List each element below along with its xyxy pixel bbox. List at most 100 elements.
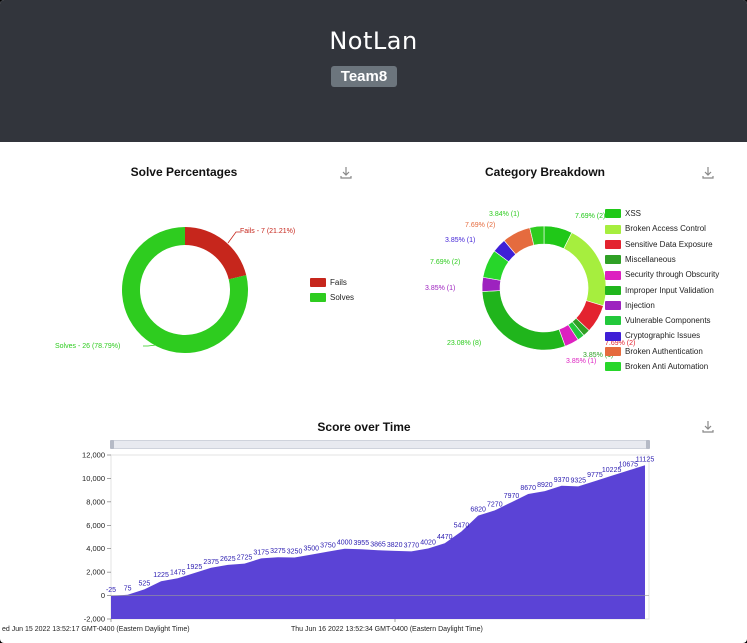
legend-swatch [310, 293, 326, 303]
legend-swatch [605, 209, 621, 219]
legend-swatch [605, 347, 621, 357]
score-value-label: 5470 [454, 522, 470, 529]
score-value-label: 2625 [220, 556, 236, 563]
score-value-label: 1225 [153, 572, 169, 579]
download-icon[interactable] [339, 166, 353, 180]
ctf-title: NotLan [329, 27, 418, 55]
legend-label: Broken Access Control [625, 224, 706, 234]
score-value-label: 3750 [320, 543, 336, 550]
team-header: NotLan Team8 [0, 0, 747, 142]
score-value-label: 3175 [253, 549, 269, 556]
score-value-label: 3500 [303, 546, 319, 553]
legend-injection[interactable]: Injection [605, 300, 655, 311]
score-value-label: 1475 [170, 569, 186, 576]
category-breakdown-title: Category Breakdown [484, 165, 606, 179]
y-tick-label: 2,000 [86, 568, 105, 577]
fails-leader-line [227, 231, 240, 244]
legend-swatch [605, 316, 621, 326]
solves-label: Solves - 26 (78.79%) [55, 343, 121, 350]
download-icon[interactable] [701, 166, 715, 180]
legend-broken-authentication[interactable]: Broken Authentication [605, 346, 703, 357]
score-over-time-title: Score over Time [317, 420, 411, 434]
legend-cryptographic-issues[interactable]: Cryptographic Issues [605, 331, 701, 341]
score-value-label: 3955 [354, 540, 370, 547]
solve-percentages-title: Solve Percentages [130, 165, 238, 179]
slice-label-bottom-b: 3.85% (1) [566, 358, 597, 365]
score-value-label: 1925 [187, 564, 203, 571]
legend-miscellaneous[interactable]: Miscellaneous [605, 254, 676, 265]
y-tick-label: 8,000 [86, 497, 105, 506]
fails-label: Fails - 7 (21.21%) [240, 228, 296, 235]
score-value-label: 9775 [587, 472, 603, 479]
solves-leader-line [143, 344, 157, 347]
score-value-label: 525 [139, 580, 151, 587]
slice-label-left-green: 7.69% (2) [430, 259, 461, 266]
y-tick-label: 6,000 [86, 521, 105, 530]
legend-swatch [605, 224, 621, 234]
score-value-label: 4020 [420, 539, 436, 546]
legend-broken-anti-automation[interactable]: Broken Anti Automation [605, 362, 709, 372]
legend-label: Fails [330, 278, 347, 287]
legend-label: XSS [625, 209, 642, 218]
score-value-label: 3770 [404, 542, 420, 549]
legend-broken-access-control[interactable]: Broken Access Control [605, 224, 706, 234]
score-value-label: 11125 [636, 456, 655, 463]
legend-label: Cryptographic Issues [625, 331, 701, 341]
score-chart: 12,000 10,000 8,000 6,000 4,000 2,000 0 -2,000 -… [82, 451, 655, 624]
legend-label: Improper Input Validation [625, 285, 714, 295]
category-donut [481, 225, 607, 351]
legend-label: Security through Obscurity [625, 270, 720, 280]
slice-label-purple: 3.85% (1) [425, 285, 456, 292]
slice-label-blue: 3.85% (1) [445, 237, 476, 244]
legend-label: Solves [330, 293, 355, 302]
legend-solves[interactable]: Solves [310, 293, 355, 303]
legend-vulnerable-components[interactable]: Vulnerable Components [605, 316, 711, 326]
legend-swatch [310, 278, 326, 288]
x-axis-mid-label: Thu Jun 16 2022 13:52:34 GMT-0400 (Easte… [291, 626, 483, 633]
y-tick-label: 12,000 [82, 451, 105, 460]
legend-security-through-obscurity[interactable]: Security through Obscurity [605, 270, 720, 280]
slice-label-orange: 7.69% (2) [465, 222, 496, 229]
legend-xss[interactable]: XSS [605, 209, 642, 219]
x-axis-start-label: ed Jun 15 2022 13:52:17 GMT-0400 (Easter… [2, 626, 190, 633]
legend-label: Miscellaneous [625, 254, 676, 264]
score-value-label: 7270 [487, 501, 503, 508]
legend-label: Injection [625, 300, 655, 310]
slice-label-big-green: 23.08% (8) [447, 340, 482, 347]
legend-label: Vulnerable Components [625, 316, 711, 326]
legend-swatch [605, 362, 621, 372]
team-badge: Team8 [331, 66, 397, 87]
download-icon[interactable] [701, 420, 715, 434]
score-value-label: 4470 [437, 534, 453, 541]
score-value-label: -25 [106, 587, 116, 594]
score-value-label: 3275 [270, 548, 286, 555]
legend-label: Sensitive Data Exposure [625, 239, 713, 249]
score-value-label: 4000 [337, 540, 353, 547]
legend-improper-input-validation[interactable]: Improper Input Validation [605, 286, 714, 295]
score-value-label: 8670 [520, 485, 536, 492]
legend-swatch [605, 255, 621, 265]
score-value-label: 2725 [237, 555, 253, 562]
slice-label-top-green: 3.84% (1) [489, 211, 520, 218]
score-value-label: 9325 [570, 477, 586, 484]
score-value-label: 7970 [504, 493, 520, 500]
legend-fails[interactable]: Fails [310, 278, 347, 288]
page: NotLan Team8 Solve Percentages Fails - 7… [0, 0, 747, 643]
score-value-label: 75 [124, 586, 132, 593]
fails-slice[interactable] [185, 227, 247, 280]
score-value-label: 3250 [287, 549, 303, 556]
legend-label: Broken Anti Automation [625, 362, 709, 371]
legend-sensitive-data-exposure[interactable]: Sensitive Data Exposure [605, 240, 713, 249]
improper-input-validation-slice[interactable] [481, 290, 566, 351]
score-value-label: 2375 [203, 559, 219, 566]
broken-access-control-slice[interactable] [563, 232, 607, 307]
legend-swatch [605, 285, 621, 295]
y-tick-label: -2,000 [84, 615, 105, 624]
legend-swatch [605, 331, 621, 341]
y-tick-label: 0 [101, 591, 105, 600]
y-tick-label: 4,000 [86, 544, 105, 553]
legend-label: Broken Authentication [625, 346, 703, 356]
score-value-label: 8920 [537, 482, 553, 489]
score-value-label: 3820 [387, 542, 403, 549]
legend-swatch [605, 301, 621, 311]
